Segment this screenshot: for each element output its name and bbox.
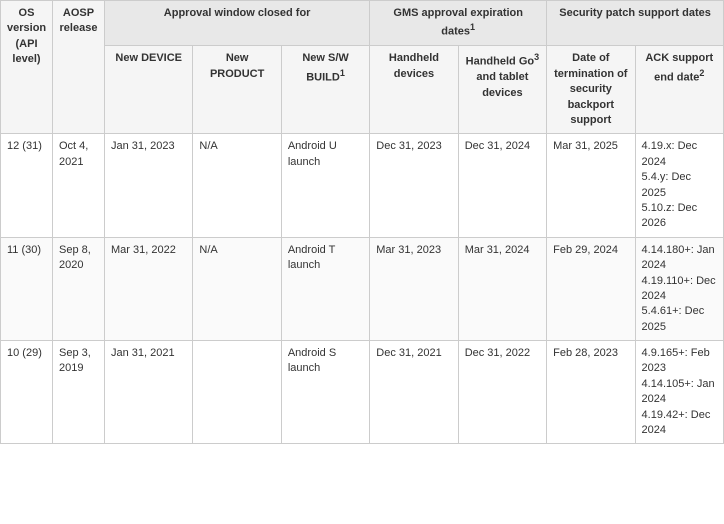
cell-new-device: Jan 31, 2023: [105, 134, 193, 237]
cell-handheld-devices: Mar 31, 2023: [370, 237, 458, 340]
header-new-device: New DEVICE: [105, 46, 193, 134]
cell-handheld-devices: Dec 31, 2023: [370, 134, 458, 237]
cell-aosp-release: Sep 3, 2019: [53, 341, 105, 444]
group-header-gms-approval: GMS approval expiration dates1: [370, 1, 547, 46]
cell-handheld-go: Dec 31, 2024: [458, 134, 546, 237]
cell-ack-support: 4.14.180+: Jan 2024 4.19.110+: Dec 2024 …: [635, 237, 723, 340]
header-os-version: OS version (API level): [1, 1, 53, 134]
header-new-sw-build: New S/W BUILD1: [281, 46, 369, 134]
cell-os-version: 12 (31): [1, 134, 53, 237]
cell-new-device: Mar 31, 2022: [105, 237, 193, 340]
cell-new-device: Jan 31, 2021: [105, 341, 193, 444]
cell-new-product: [193, 341, 281, 444]
cell-new-sw-build: Android T launch: [281, 237, 369, 340]
cell-os-version: 11 (30): [1, 237, 53, 340]
cell-date-termination: Feb 29, 2024: [547, 237, 635, 340]
sw-note-sup: 1: [340, 68, 345, 78]
cell-os-version: 10 (29): [1, 341, 53, 444]
cell-handheld-devices: Dec 31, 2021: [370, 341, 458, 444]
cell-ack-support: 4.19.x: Dec 2024 5.4.y: Dec 2025 5.10.z:…: [635, 134, 723, 237]
cell-handheld-go: Mar 31, 2024: [458, 237, 546, 340]
header-handheld-devices: Handheld devices: [370, 46, 458, 134]
cell-handheld-go: Dec 31, 2022: [458, 341, 546, 444]
cell-ack-support: 4.9.165+: Feb 2023 4.14.105+: Jan 2024 4…: [635, 341, 723, 444]
header-date-termination: Date of termination of security backport…: [547, 46, 635, 134]
cell-date-termination: Mar 31, 2025: [547, 134, 635, 237]
gms-note-sup: 1: [470, 22, 475, 32]
cell-aosp-release: Sep 8, 2020: [53, 237, 105, 340]
header-aosp-release: AOSP release: [53, 1, 105, 134]
cell-date-termination: Feb 28, 2023: [547, 341, 635, 444]
header-ack-support: ACK support end date2: [635, 46, 723, 134]
cell-new-sw-build: Android S launch: [281, 341, 369, 444]
support-table: OS version (API level) AOSP release Appr…: [0, 0, 724, 444]
main-table-container: OS version (API level) AOSP release Appr…: [0, 0, 724, 444]
cell-new-sw-build: Android U launch: [281, 134, 369, 237]
cell-new-product: N/A: [193, 134, 281, 237]
group-header-security-patch: Security patch support dates: [547, 1, 724, 46]
ack-note-sup: 2: [699, 68, 704, 78]
table-row: 10 (29)Sep 3, 2019Jan 31, 2021 Android S …: [1, 341, 724, 444]
cell-aosp-release: Oct 4, 2021: [53, 134, 105, 237]
handheld-go-note-sup: 3: [534, 52, 539, 62]
header-handheld-go: Handheld Go3 and tablet devices: [458, 46, 546, 134]
table-row: 12 (31)Oct 4, 2021Jan 31, 2023N/AAndroid…: [1, 134, 724, 237]
header-new-product: New PRODUCT: [193, 46, 281, 134]
table-row: 11 (30)Sep 8, 2020Mar 31, 2022N/AAndroid…: [1, 237, 724, 340]
group-header-approval-window: Approval window closed for: [105, 1, 370, 46]
cell-new-product: N/A: [193, 237, 281, 340]
